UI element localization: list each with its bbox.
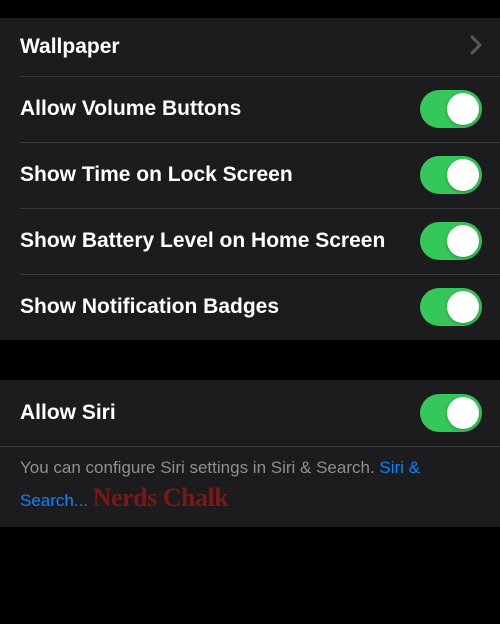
allow-siri-toggle[interactable] bbox=[420, 394, 482, 432]
show-time-lock-screen-row: Show Time on Lock Screen bbox=[0, 142, 500, 208]
show-notification-badges-row: Show Notification Badges bbox=[0, 274, 500, 340]
toggle-knob bbox=[447, 291, 479, 323]
toggle-knob bbox=[447, 225, 479, 257]
show-time-lock-screen-label: Show Time on Lock Screen bbox=[20, 162, 305, 188]
show-notification-badges-label: Show Notification Badges bbox=[20, 294, 291, 320]
allow-volume-buttons-row: Allow Volume Buttons bbox=[0, 76, 500, 142]
siri-footer: You can configure Siri settings in Siri … bbox=[0, 446, 500, 527]
show-time-lock-screen-toggle[interactable] bbox=[420, 156, 482, 194]
show-battery-level-row: Show Battery Level on Home Screen bbox=[0, 208, 500, 274]
siri-footer-text: You can configure Siri settings in Siri … bbox=[20, 458, 379, 477]
show-battery-level-label: Show Battery Level on Home Screen bbox=[20, 228, 397, 254]
wallpaper-label: Wallpaper bbox=[20, 34, 132, 60]
allow-siri-label: Allow Siri bbox=[20, 400, 128, 426]
settings-section-1: Wallpaper Allow Volume Buttons Show Time… bbox=[0, 18, 500, 340]
settings-section-2: Allow Siri You can configure Siri settin… bbox=[0, 380, 500, 527]
show-battery-level-toggle[interactable] bbox=[420, 222, 482, 260]
wallpaper-row[interactable]: Wallpaper bbox=[0, 18, 500, 76]
allow-volume-buttons-label: Allow Volume Buttons bbox=[20, 96, 253, 122]
section-gap bbox=[0, 340, 500, 380]
chevron-right-icon bbox=[470, 35, 482, 60]
watermark: Nerds Chalk bbox=[93, 483, 228, 512]
toggle-knob bbox=[447, 93, 479, 125]
toggle-knob bbox=[447, 397, 479, 429]
allow-volume-buttons-toggle[interactable] bbox=[420, 90, 482, 128]
toggle-knob bbox=[447, 159, 479, 191]
show-notification-badges-toggle[interactable] bbox=[420, 288, 482, 326]
allow-siri-row: Allow Siri bbox=[0, 380, 500, 446]
